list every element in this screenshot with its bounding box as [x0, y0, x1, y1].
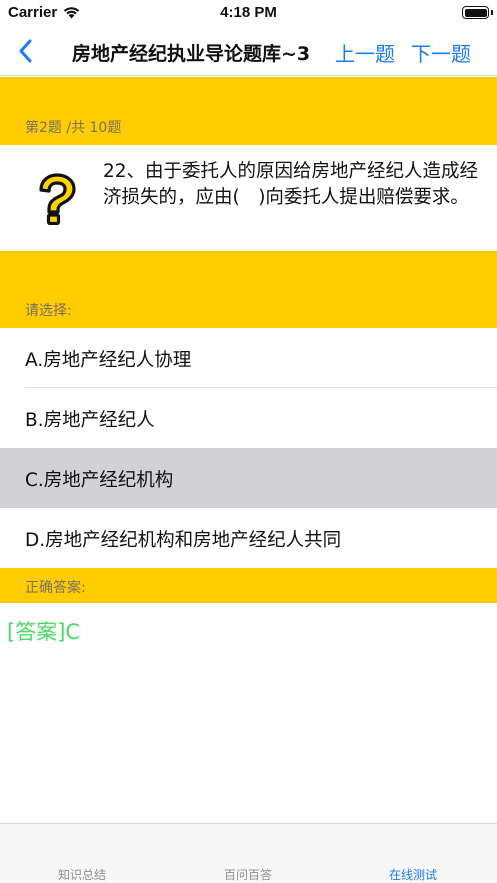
- correct-answer: [答案]C: [7, 620, 81, 644]
- option-label: D.房地产经纪机构和房地产经纪人共同: [25, 530, 342, 551]
- question-text: 22、由于委托人的原因给房地产经纪人造成经济损失的，应由( )向委托人提出赔偿要…: [103, 161, 479, 208]
- battery-tip: [491, 10, 493, 15]
- progress-band: 第2题 /共 10题: [0, 77, 497, 145]
- previous-question-button[interactable]: 上一题: [335, 38, 395, 67]
- option-d[interactable]: D.房地产经纪机构和房地产经纪人共同: [0, 508, 497, 568]
- option-b[interactable]: B.房地产经纪人: [0, 388, 497, 448]
- question-progress: 第2题 /共 10题: [25, 120, 122, 136]
- option-label: C.房地产经纪机构: [25, 470, 174, 491]
- question-card: 22、由于委托人的原因给房地产经纪人造成经济损失的，应由( )向委托人提出赔偿要…: [0, 145, 497, 251]
- choice-header: 请选择:: [25, 303, 72, 319]
- back-button[interactable]: [8, 34, 42, 68]
- chevron-left-icon: [19, 39, 32, 63]
- tab-bar: 知识总结 百问百答 在线测试: [0, 823, 497, 883]
- option-label: A.房地产经纪人协理: [25, 350, 192, 371]
- tab-qa[interactable]: 百问百答: [224, 866, 272, 883]
- page-title: 房地产经纪执业导论题库~3: [72, 43, 311, 65]
- next-question-button[interactable]: 下一题: [411, 38, 471, 67]
- question-mark-icon: [39, 173, 76, 225]
- battery-icon: [462, 6, 489, 19]
- answer-header: 正确答案:: [25, 580, 86, 596]
- choice-header-band: 请选择:: [0, 251, 497, 328]
- option-c[interactable]: C.房地产经纪机构: [0, 448, 497, 508]
- answer-header-band: 正确答案:: [0, 568, 497, 603]
- status-time: 4:18 PM: [220, 4, 277, 21]
- nav-bar: 房地产经纪执业导论题库~3 上一题 下一题: [0, 26, 497, 76]
- tab-online-test[interactable]: 在线测试: [389, 866, 437, 883]
- status-bar: Carrier 4:18 PM: [0, 0, 497, 26]
- option-a[interactable]: A.房地产经纪人协理: [0, 328, 497, 388]
- option-label: B.房地产经纪人: [25, 410, 155, 431]
- tab-knowledge-summary[interactable]: 知识总结: [58, 866, 106, 883]
